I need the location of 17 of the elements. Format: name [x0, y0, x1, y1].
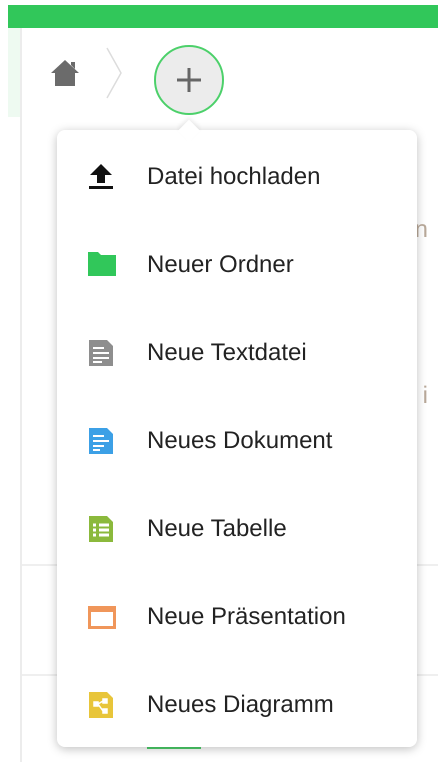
menu-item[interactable]: Datei hochladen	[57, 133, 417, 221]
menu-item[interactable]: Neue Tabelle	[57, 485, 417, 573]
chevron-icon	[106, 46, 122, 98]
text-file-icon	[88, 339, 116, 367]
menu-item[interactable]: Neuer Ordner	[57, 221, 417, 309]
document-icon	[88, 427, 116, 455]
folder-icon	[88, 251, 116, 279]
file-name: i	[422, 382, 428, 409]
home-icon[interactable]	[50, 58, 80, 86]
menu-item[interactable]: Neue Präsentation	[57, 573, 417, 661]
plus-icon	[176, 67, 202, 93]
upload-icon	[88, 163, 116, 191]
menu-item[interactable]: Neues Diagramm	[57, 661, 417, 749]
spreadsheet-icon	[88, 515, 116, 543]
menu-item[interactable]: Neues Dokument	[57, 397, 417, 485]
diagram-icon	[88, 691, 116, 719]
menu-item[interactable]: Neue Textdatei	[57, 309, 417, 397]
